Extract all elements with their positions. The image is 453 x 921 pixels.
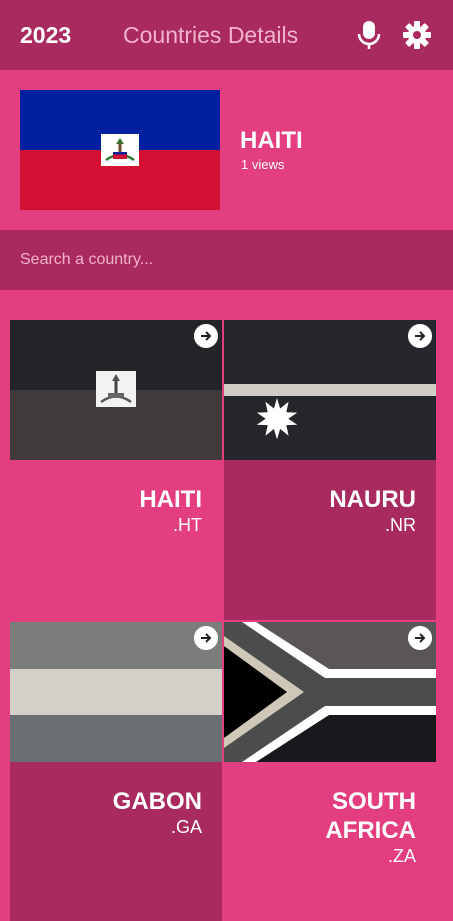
gear-icon[interactable]: [402, 20, 432, 50]
country-tld: .ZA: [387, 846, 416, 866]
microphone-icon[interactable]: [355, 20, 383, 50]
country-name: NAURU: [329, 486, 416, 513]
featured-views-count: 1 views: [241, 157, 285, 172]
featured-flag-image: [20, 90, 220, 210]
country-tld: .GA: [170, 817, 202, 837]
search-bar: [0, 230, 453, 290]
country-card-haiti[interactable]: HAITI .HT: [10, 320, 222, 620]
country-tld: .NR: [385, 515, 416, 535]
country-card-south-africa[interactable]: SOUTH AFRICA .ZA: [224, 622, 436, 921]
arrow-right-icon[interactable]: [408, 324, 432, 348]
arrow-right-icon[interactable]: [194, 626, 218, 650]
country-name: HAITI: [139, 486, 202, 513]
arrow-right-icon[interactable]: [194, 324, 218, 348]
country-name: GABON: [112, 788, 202, 815]
country-flag-haiti: [10, 320, 222, 460]
country-name-line-2: AFRICA: [325, 817, 416, 844]
arrow-right-icon[interactable]: [408, 626, 432, 650]
country-flag-south-africa: [224, 622, 436, 762]
country-flag-gabon: [10, 622, 222, 762]
country-card-gabon[interactable]: GABON .GA: [10, 622, 222, 921]
featured-country-name: HAITI: [240, 127, 303, 154]
app-header: 2023 Countries Details: [0, 0, 453, 70]
country-card-nauru[interactable]: NAURU .NR: [224, 320, 436, 620]
country-flag-nauru: [224, 320, 436, 460]
app-title: Countries Details: [123, 22, 299, 48]
search-input[interactable]: [0, 230, 453, 290]
country-name-line-1: SOUTH: [332, 788, 416, 815]
country-tld: .HT: [173, 515, 202, 535]
year-label: 2023: [20, 22, 72, 48]
